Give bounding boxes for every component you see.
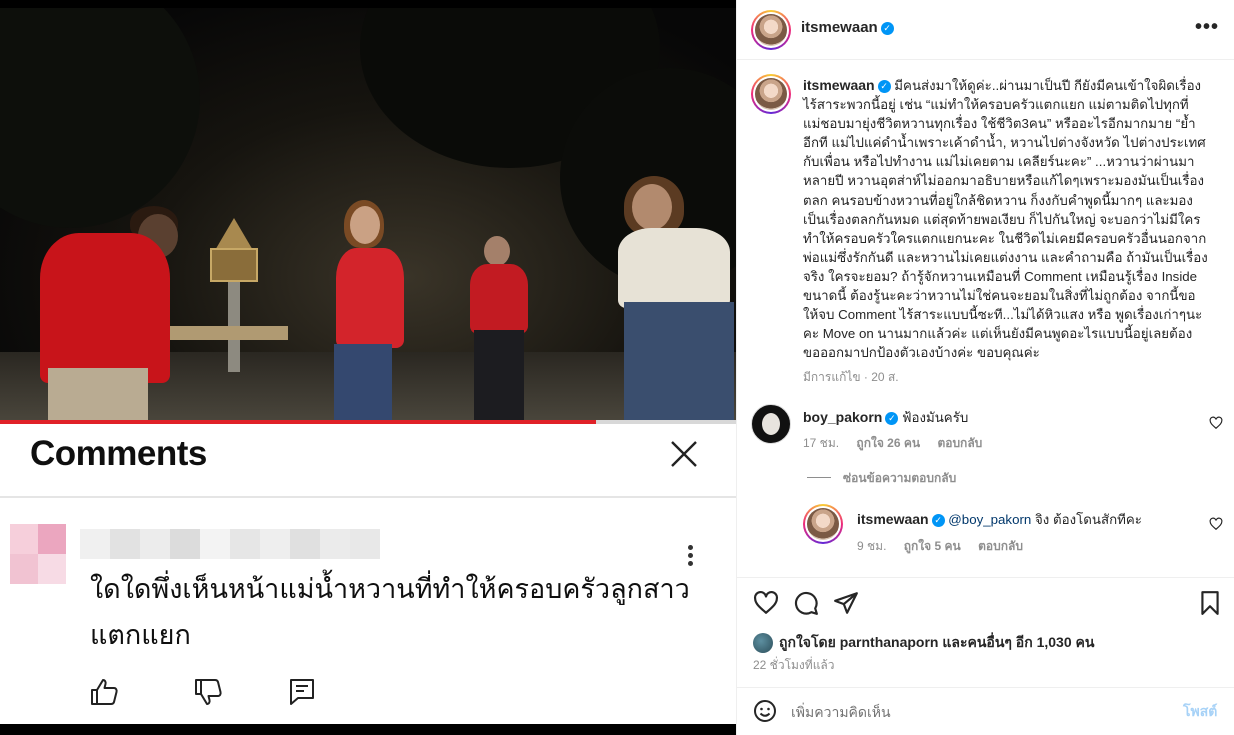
comment-body: boy_pakorn ✓ ฟ้องมันครับ (803, 408, 1183, 427)
spirit-house (206, 218, 262, 372)
reply-text: จิง ต้องโดนสักทีคะ (1031, 512, 1142, 527)
caption-text: มีคนส่งมาให้ดูค่ะ..ผ่านมาเป็นปี กียังมีค… (803, 78, 1208, 361)
blurred-username (80, 529, 380, 559)
likes-summary[interactable]: ถูกใจโดย parnthanaporn และคนอื่นๆ อีก 1,… (753, 632, 1094, 654)
caption-edited-time: มีการแก้ไข · 20 ส. (803, 370, 899, 384)
reply-reply-button[interactable]: ตอบกลับ (978, 539, 1023, 553)
reply-body: itsmewaan ✓ @boy_pakorn จิง ต้องโดนสักทีค… (857, 510, 1187, 529)
verified-badge-icon: ✓ (885, 412, 899, 425)
thumb-up-icon[interactable] (88, 676, 120, 708)
comments-panel-title: Comments (30, 434, 207, 473)
thumb-down-icon[interactable] (192, 676, 224, 708)
comment-username[interactable]: boy_pakorn (803, 409, 882, 425)
tree-silhouette (0, 8, 200, 228)
liker-avatar[interactable] (753, 633, 773, 653)
youtube-comment-text: ใดใดพึ่งเห็นหน้าแม่น้ำหวานที่ทำให้ครอบคร… (90, 574, 690, 650)
caption-author-avatar[interactable] (755, 78, 787, 110)
verified-badge-icon: ✓ (931, 514, 945, 527)
verified-badge-icon: ✓ (880, 22, 894, 35)
comment-reply-button[interactable]: ตอบกลับ (937, 436, 982, 450)
youtube-comments-panel: Comments ใดใดพึ่งเห็นหน้าแม่น้ำหวานที่ทำ… (0, 424, 736, 724)
post-comment-button[interactable]: โพสต์ (1183, 701, 1217, 723)
post-caption: itsmewaan ✓ มีคนส่งมาให้ดูค่ะ..ผ่านมาเป็น… (803, 76, 1209, 362)
reply-time[interactable]: 9 ชม. (857, 539, 886, 553)
media-bottom-bar (0, 724, 736, 735)
comment-composer: โพสต์ (737, 687, 1234, 735)
emoji-icon[interactable] (753, 699, 777, 723)
share-paper-plane-icon[interactable] (833, 590, 859, 616)
caption-username[interactable]: itsmewaan (803, 77, 875, 93)
verified-badge-icon: ✓ (877, 80, 891, 93)
commenter-avatar[interactable] (751, 404, 791, 444)
video-frame[interactable] (0, 8, 736, 422)
post-side-panel: itsmewaan ✓ ••• itsmewaan ✓ มีคนส่งมาให้ดู… (736, 0, 1234, 735)
like-heart-icon[interactable] (753, 590, 779, 616)
comment-heart-icon[interactable] (1209, 416, 1223, 430)
likes-text[interactable]: ถูกใจโดย parnthanaporn และคนอื่นๆ อีก 1,… (779, 632, 1094, 654)
author-username[interactable]: itsmewaan (801, 19, 878, 36)
comment-likes[interactable]: ถูกใจ 26 คน (856, 436, 920, 450)
divider (0, 496, 736, 498)
post-time[interactable]: 22 ชั่วโมงที่แล้ว (753, 656, 835, 675)
more-options-icon[interactable]: ••• (1195, 16, 1219, 39)
comment-text: ฟ้องมันครับ (902, 410, 969, 425)
reply-heart-icon[interactable] (1209, 517, 1223, 531)
reply-username[interactable]: itsmewaan (857, 511, 929, 527)
hide-replies-button[interactable]: ซ่อนข้อความตอบกลับ (807, 469, 956, 488)
post-media: Comments ใดใดพึ่งเห็นหน้าแม่น้ำหวานที่ทำ… (0, 0, 736, 735)
post-header: itsmewaan ✓ ••• (737, 0, 1234, 60)
comment-bubble-icon[interactable] (793, 590, 819, 616)
hide-replies-label: ซ่อนข้อความตอบกลับ (843, 471, 957, 485)
comment-input[interactable] (791, 700, 1151, 724)
author-username-row[interactable]: itsmewaan ✓ (801, 19, 894, 36)
blurred-avatar (10, 524, 66, 584)
comment-time[interactable]: 17 ชม. (803, 436, 839, 450)
close-icon[interactable] (664, 434, 704, 474)
reply-icon[interactable] (286, 676, 318, 708)
author-avatar[interactable] (755, 14, 787, 46)
reply-author-avatar[interactable] (807, 508, 839, 540)
comment-meta: 17 ชม. ถูกใจ 26 คน ตอบกลับ (803, 434, 996, 453)
reply-likes[interactable]: ถูกใจ 5 คน (904, 539, 961, 553)
offering-table (168, 326, 288, 340)
save-bookmark-icon[interactable] (1197, 590, 1223, 616)
post-actions: ถูกใจโดย parnthanaporn และคนอื่นๆ อีก 1,… (737, 577, 1234, 687)
reply-meta: 9 ชม. ถูกใจ 5 คน ตอบกลับ (857, 537, 1037, 556)
reply-mention[interactable]: @boy_pakorn (948, 512, 1031, 527)
